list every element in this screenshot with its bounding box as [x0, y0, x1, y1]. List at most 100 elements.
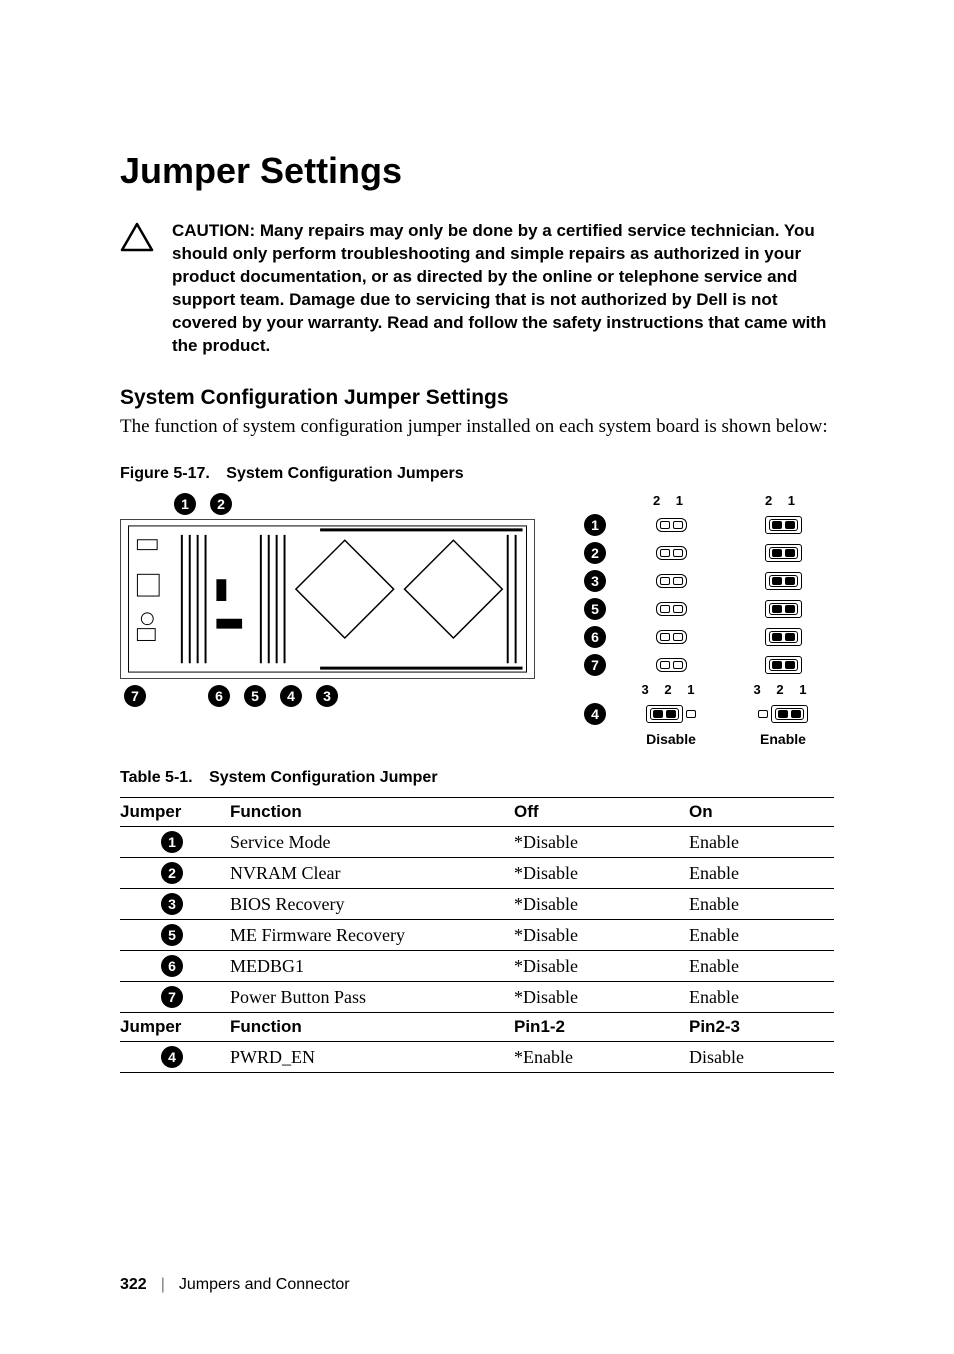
cell-function: Service Mode [230, 827, 514, 858]
legend-row: 2 [575, 542, 839, 564]
cell-on: Enable [689, 951, 834, 982]
callout-badge: 6 [161, 955, 183, 977]
callout-badge: 7 [161, 986, 183, 1008]
callout-badge: 2 [210, 493, 232, 515]
jumper-2pin-open-icon [656, 658, 687, 672]
callout-badge: 3 [316, 685, 338, 707]
callout-badge: 4 [161, 1046, 183, 1068]
jumper-2pin-closed-icon [765, 544, 802, 562]
th-off: Off [514, 798, 689, 827]
callout-badge: 1 [174, 493, 196, 515]
jumper-2pin-open-icon [656, 630, 687, 644]
cell-function: Power Button Pass [230, 982, 514, 1013]
cell-on: Enable [689, 827, 834, 858]
jumper-2pin-closed-icon [765, 628, 802, 646]
cell-pin23: Disable [689, 1042, 834, 1073]
jumper-2pin-closed-icon [765, 572, 802, 590]
jumper-2pin-open-icon [656, 574, 687, 588]
cell-function: ME Firmware Recovery [230, 920, 514, 951]
callout-badge: 1 [584, 514, 606, 536]
legend-row: 6 [575, 626, 839, 648]
table-row: 4 PWRD_EN *Enable Disable [120, 1042, 834, 1073]
cell-on: Enable [689, 982, 834, 1013]
callout-badge: 1 [161, 831, 183, 853]
jumper-2pin-closed-icon [765, 656, 802, 674]
callout-badge: 5 [161, 924, 183, 946]
cell-function: MEDBG1 [230, 951, 514, 982]
caution-block: CAUTION: Many repairs may only be done b… [120, 220, 834, 358]
legend-foot-left: Disable [615, 731, 727, 747]
th-function: Function [230, 1013, 514, 1042]
jumper-3pin-23-icon [758, 705, 808, 723]
table-row: 2 NVRAM Clear *Disable Enable [120, 858, 834, 889]
callout-badge: 6 [208, 685, 230, 707]
legend-row: 7 [575, 654, 839, 676]
callout-badge: 5 [244, 685, 266, 707]
cell-function: PWRD_EN [230, 1042, 514, 1073]
jumper-2pin-closed-icon [765, 516, 802, 534]
th-pin23: Pin2-3 [689, 1013, 834, 1042]
figure-caption: Figure 5-17. System Configuration Jumper… [120, 465, 834, 483]
jumper-legend: 2 1 2 1 1 2 3 5 [575, 493, 839, 747]
motherboard-illustration [120, 519, 535, 679]
table-caption: Table 5-1. System Configuration Jumper [120, 769, 834, 787]
page-footer: 322 | Jumpers and Connector [120, 1276, 350, 1294]
caution-text: CAUTION: Many repairs may only be done b… [172, 220, 834, 358]
cell-off: *Disable [514, 858, 689, 889]
jumper-2pin-open-icon [656, 602, 687, 616]
page-title: Jumper Settings [120, 150, 834, 192]
page-number: 322 [120, 1276, 147, 1294]
cell-off: *Disable [514, 951, 689, 982]
table-row: 3 BIOS Recovery *Disable Enable [120, 889, 834, 920]
th-on: On [689, 798, 834, 827]
jumper-table: Jumper Function Off On 1 Service Mode *D… [120, 797, 834, 1073]
callout-badge: 3 [584, 570, 606, 592]
cell-on: Enable [689, 858, 834, 889]
footer-separator: | [161, 1276, 165, 1294]
section-heading: System Configuration Jumper Settings [120, 386, 834, 410]
callout-badge: 7 [584, 654, 606, 676]
legend-mid-right: 3 2 1 [727, 682, 839, 697]
legend-foot-right: Enable [727, 731, 839, 747]
caution-triangle-icon [120, 222, 154, 252]
cell-off: *Disable [514, 982, 689, 1013]
cell-pin12: *Enable [514, 1042, 689, 1073]
table-row: 1 Service Mode *Disable Enable [120, 827, 834, 858]
legend-row: 3 [575, 570, 839, 592]
table-number: Table 5-1. [120, 769, 193, 786]
callout-badge: 2 [584, 542, 606, 564]
legend-row: 5 [575, 598, 839, 620]
board-diagram: 1 2 [120, 493, 535, 707]
table-title: System Configuration Jumper [209, 769, 437, 786]
legend-row: 4 [575, 703, 839, 725]
th-jumper: Jumper [120, 798, 230, 827]
cell-off: *Disable [514, 920, 689, 951]
table-row: 7 Power Button Pass *Disable Enable [120, 982, 834, 1013]
cell-off: *Disable [514, 889, 689, 920]
cell-function: BIOS Recovery [230, 889, 514, 920]
section-body: The function of system configuration jum… [120, 414, 834, 440]
th-pin12: Pin1-2 [514, 1013, 689, 1042]
legend-head-right: 2 1 [727, 493, 839, 508]
jumper-2pin-closed-icon [765, 600, 802, 618]
callout-badge: 7 [124, 685, 146, 707]
th-function: Function [230, 798, 514, 827]
table-row: 5 ME Firmware Recovery *Disable Enable [120, 920, 834, 951]
cell-off: *Disable [514, 827, 689, 858]
cell-on: Enable [689, 889, 834, 920]
jumper-3pin-12-icon [646, 705, 696, 723]
figure-title: System Configuration Jumpers [226, 465, 463, 482]
callout-badge: 6 [584, 626, 606, 648]
callout-badge: 3 [161, 893, 183, 915]
table-row: 6 MEDBG1 *Disable Enable [120, 951, 834, 982]
jumper-2pin-open-icon [656, 518, 687, 532]
th-jumper: Jumper [120, 1013, 230, 1042]
cell-function: NVRAM Clear [230, 858, 514, 889]
cell-on: Enable [689, 920, 834, 951]
figure-number: Figure 5-17. [120, 465, 210, 482]
callout-badge: 2 [161, 862, 183, 884]
callout-badge: 4 [584, 703, 606, 725]
callout-badge: 5 [584, 598, 606, 620]
legend-head-left: 2 1 [615, 493, 727, 508]
jumper-2pin-open-icon [656, 546, 687, 560]
